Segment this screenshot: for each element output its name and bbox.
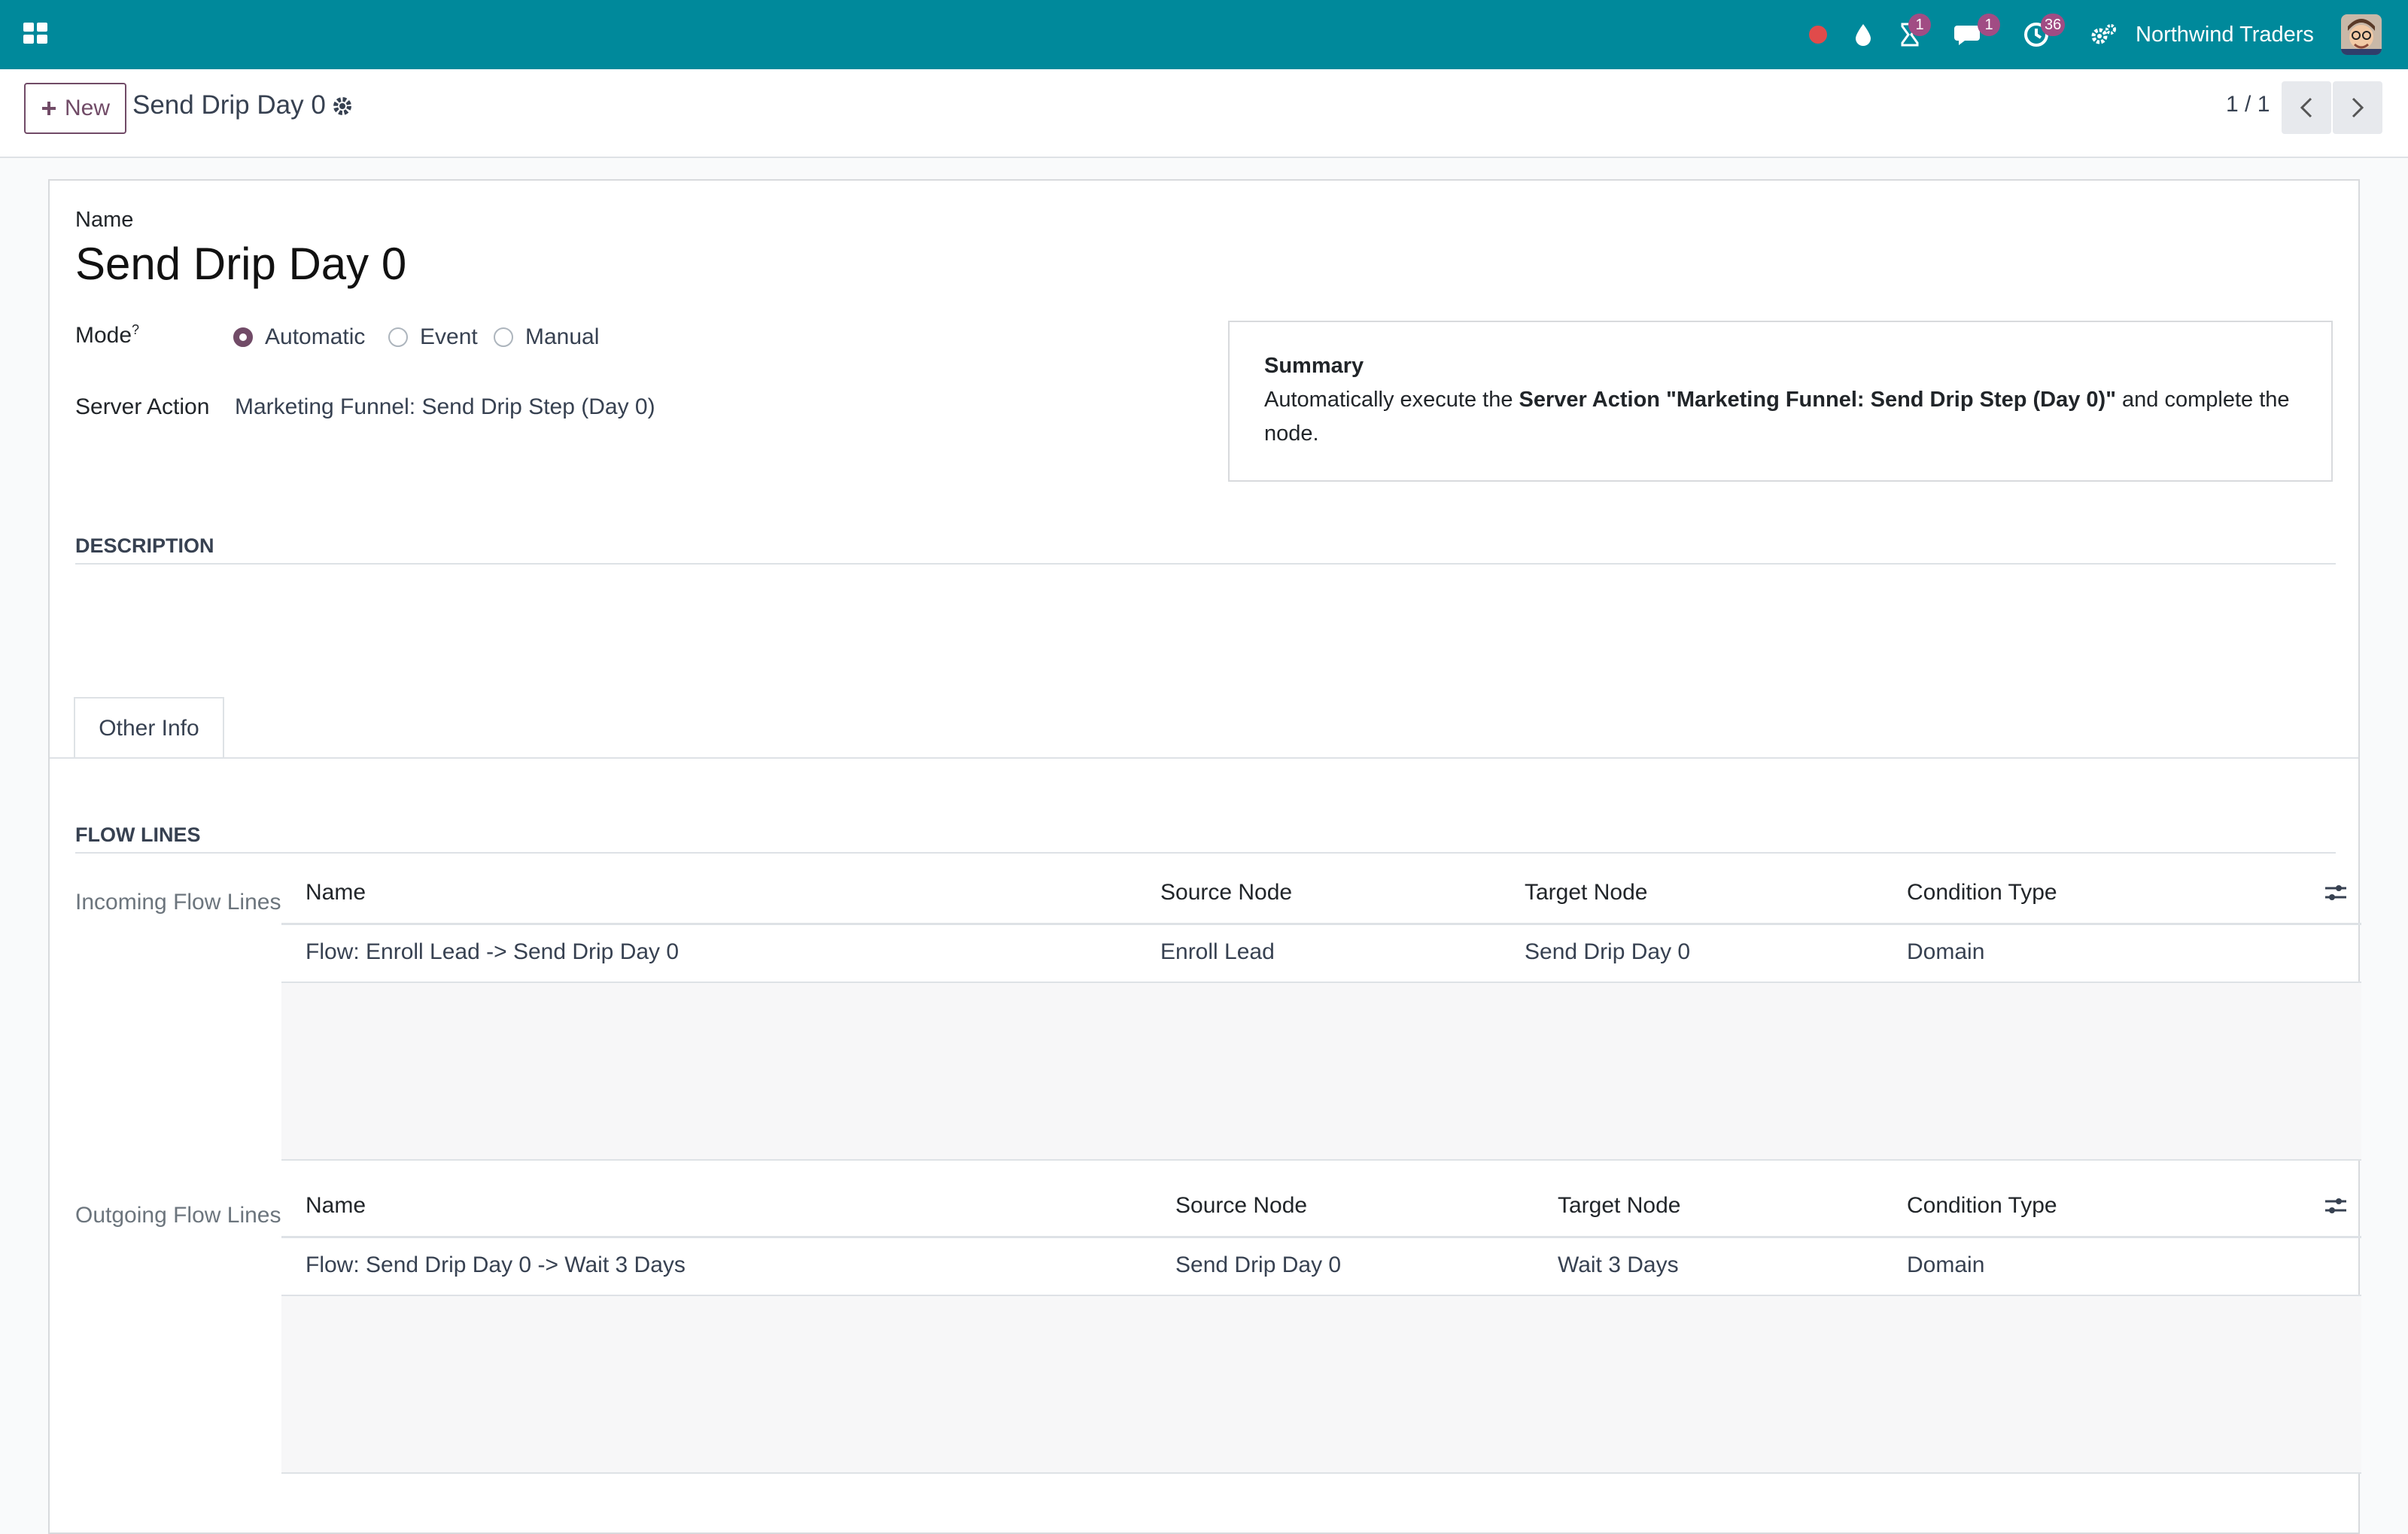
table-row[interactable]: Flow: Send Drip Day 0 -> Wait 3 Days Sen… [281, 1236, 2361, 1296]
summary-text-pre: Automatically execute the [1264, 388, 1519, 412]
cell-name: Flow: Enroll Lead -> Send Drip Day 0 [306, 939, 680, 964]
cell-name: Flow: Send Drip Day 0 -> Wait 3 Days [306, 1252, 686, 1277]
cell-condition-type: Domain [1907, 939, 1985, 964]
company-name[interactable]: Northwind Traders [2136, 0, 2314, 69]
table-header: Name Source Node Target Node Condition T… [281, 863, 2361, 925]
radio-unchecked-icon [388, 327, 408, 347]
mode-option-label: Event [420, 324, 478, 349]
optional-columns-icon[interactable] [2324, 1195, 2348, 1216]
empty-row [281, 1042, 2361, 1102]
chat-icon[interactable] [1952, 0, 1985, 69]
empty-row [281, 1355, 2361, 1415]
outgoing-flow-lines-label: Outgoing Flow Lines [75, 1203, 281, 1228]
mode-radio-automatic[interactable]: Automatic [233, 322, 365, 352]
cell-target-node: Send Drip Day 0 [1525, 939, 1691, 964]
incoming-flow-lines-label: Incoming Flow Lines [75, 890, 281, 915]
empty-row [281, 1100, 2361, 1161]
radio-unchecked-icon [494, 327, 513, 347]
clock-badge: 36 [2041, 14, 2066, 36]
messages-badge: 1 [1978, 14, 2000, 36]
mode-label-text: Mode [75, 323, 132, 348]
column-header-name[interactable]: Name [306, 863, 366, 923]
server-action-field[interactable]: Marketing Funnel: Send Drip Step (Day 0) [235, 394, 655, 420]
name-field[interactable]: Send Drip Day 0 [75, 238, 406, 290]
form-sheet: Name Send Drip Day 0 Mode? Automatic Eve… [48, 179, 2361, 1534]
column-header-condition-type[interactable]: Condition Type [1907, 863, 2057, 923]
control-panel: New Send Drip Day 0 1 / 1 [0, 69, 2408, 158]
column-header-name[interactable]: Name [306, 1176, 366, 1236]
top-navbar: 1 1 36 Northwind Traders [0, 0, 2408, 69]
activity-badge: 1 [1908, 14, 1931, 36]
optional-columns-icon[interactable] [2324, 882, 2348, 903]
new-button-label: New [64, 96, 110, 120]
mode-radio-event[interactable]: Event [388, 322, 478, 352]
empty-row [281, 1414, 2361, 1474]
summary-text-bold: Server Action "Marketing Funnel: Send Dr… [1519, 388, 2116, 412]
gears-icon[interactable] [2089, 0, 2119, 69]
droplet-icon[interactable] [1850, 0, 1877, 69]
mode-option-label: Automatic [265, 324, 366, 349]
cell-target-node: Wait 3 Days [1558, 1252, 1679, 1277]
column-header-condition-type[interactable]: Condition Type [1907, 1176, 2057, 1236]
mode-option-label: Manual [525, 324, 600, 349]
mode-help-icon[interactable]: ? [132, 322, 139, 337]
name-label: Name [75, 208, 134, 232]
pager-next-button[interactable] [2333, 81, 2382, 134]
divider [75, 852, 2336, 854]
cell-condition-type: Domain [1907, 1252, 1985, 1277]
plus-icon [41, 102, 56, 115]
summary-box: Summary Automatically execute the Server… [1228, 321, 2333, 482]
flow-lines-heading: FLOW LINES [75, 823, 201, 846]
mode-label: Mode? [75, 322, 139, 348]
cell-source-node: Enroll Lead [1160, 939, 1275, 964]
radio-checked-icon [233, 327, 253, 347]
chevron-right-icon [2352, 97, 2364, 118]
divider [75, 563, 2336, 565]
column-header-source-node[interactable]: Source Node [1175, 1176, 1307, 1236]
user-avatar[interactable] [2341, 14, 2382, 55]
table-header: Name Source Node Target Node Condition T… [281, 1176, 2361, 1238]
column-header-source-node[interactable]: Source Node [1160, 863, 1292, 923]
summary-text: Automatically execute the Server Action … [1264, 383, 2297, 451]
tab-other-info[interactable]: Other Info [74, 697, 224, 759]
record-dot-icon[interactable] [1804, 0, 1832, 69]
description-heading: DESCRIPTION [75, 534, 214, 557]
breadcrumb: Send Drip Day 0 [132, 90, 326, 120]
pager-value[interactable]: 1 / 1 [2226, 92, 2270, 117]
gear-icon[interactable] [331, 95, 355, 119]
table-row[interactable]: Flow: Enroll Lead -> Send Drip Day 0 Enr… [281, 923, 2361, 983]
pager-previous-button[interactable] [2282, 81, 2331, 134]
mode-radio-manual[interactable]: Manual [494, 322, 599, 352]
summary-title: Summary [1264, 354, 1364, 378]
chevron-left-icon [2300, 97, 2312, 118]
server-action-label: Server Action [75, 394, 210, 419]
empty-row [281, 983, 2361, 1043]
new-button[interactable]: New [24, 83, 126, 134]
tab-divider [50, 757, 2358, 759]
column-header-target-node[interactable]: Target Node [1525, 863, 1647, 923]
empty-row [281, 1296, 2361, 1356]
cell-source-node: Send Drip Day 0 [1175, 1252, 1342, 1277]
column-header-target-node[interactable]: Target Node [1558, 1176, 1680, 1236]
apps-grid-icon[interactable] [22, 20, 50, 48]
